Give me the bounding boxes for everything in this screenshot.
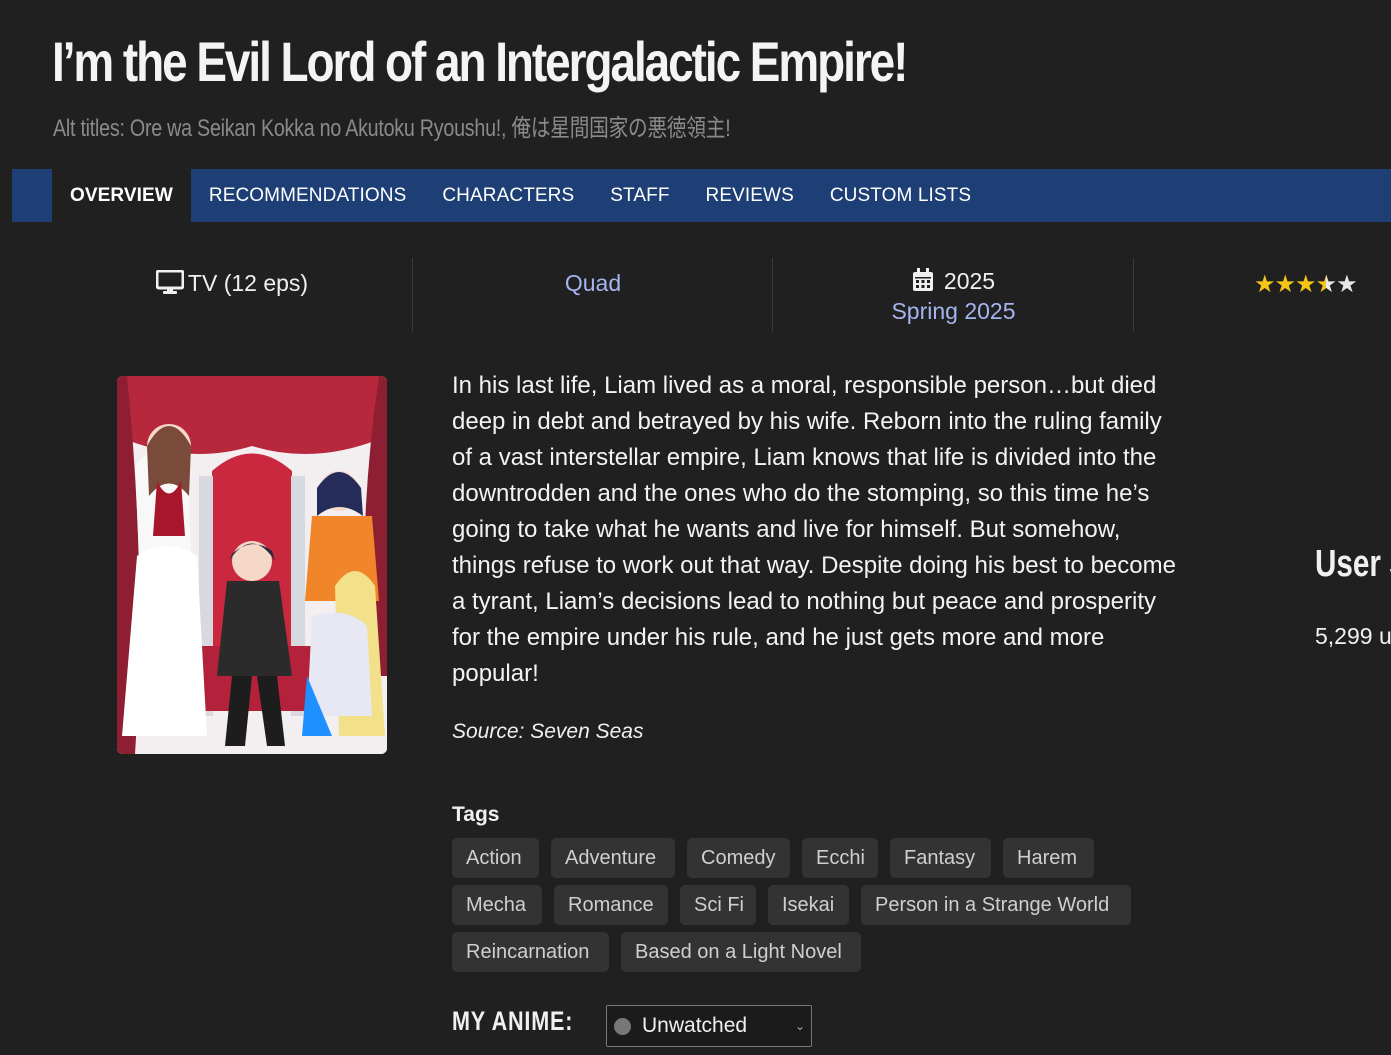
my-anime-label: MY ANIME: — [452, 1006, 574, 1036]
star-half-icon: ★ — [1315, 270, 1337, 298]
stat-type: TV (12 eps) — [52, 258, 412, 332]
status-dot-icon — [614, 1018, 631, 1035]
tags-heading: Tags — [452, 803, 500, 826]
monitor-icon — [155, 269, 185, 294]
tag-romance[interactable]: Romance — [554, 885, 668, 925]
tab-bar-spacer — [12, 169, 52, 222]
type-label: TV (12 eps) — [187, 270, 309, 296]
user-stats-heading: User S — [1315, 543, 1391, 585]
rating-stars: ★★★★★ — [1254, 270, 1358, 298]
tag-sci-fi[interactable]: Sci Fi — [680, 885, 756, 925]
tag-fantasy[interactable]: Fantasy — [890, 838, 991, 878]
cover-art — [117, 376, 387, 754]
tag-isekai[interactable]: Isekai — [768, 885, 849, 925]
star-empty-icon: ★ — [1336, 270, 1357, 298]
tab-recommendations[interactable]: RECOMMENDATIONS — [191, 169, 424, 222]
calendar-icon — [912, 268, 933, 291]
cover-image — [117, 376, 387, 754]
tab-bar: OVERVIEW RECOMMENDATIONS CHARACTERS STAF… — [12, 169, 1391, 222]
tag-action[interactable]: Action — [452, 838, 539, 878]
studio-link[interactable]: Quad — [565, 270, 621, 296]
synopsis: In his last life, Liam lived as a moral,… — [452, 372, 1176, 687]
tab-staff[interactable]: STAFF — [592, 169, 687, 222]
tag-mecha[interactable]: Mecha — [452, 885, 542, 925]
tab-reviews[interactable]: REVIEWS — [688, 169, 812, 222]
star-icon: ★ — [1274, 270, 1296, 298]
stat-season: 2025 Spring 2025 — [772, 258, 1134, 332]
star-icon: ★ — [1295, 270, 1316, 298]
tab-overview[interactable]: OVERVIEW — [52, 169, 191, 222]
page-title: I’m the Evil Lord of an Intergalactic Em… — [52, 30, 908, 93]
tag-harem[interactable]: Harem — [1003, 838, 1094, 878]
year-label: 2025 — [943, 268, 996, 294]
tag-reincarnation[interactable]: Reincarnation — [452, 932, 609, 972]
watch-status-value: Unwatched — [642, 1014, 748, 1037]
tab-characters[interactable]: CHARACTERS — [424, 169, 592, 222]
tag-person-in-a-strange-world[interactable]: Person in a Strange World — [861, 885, 1131, 925]
season-link[interactable]: Spring 2025 — [773, 296, 1134, 326]
source-credit: Source: Seven Seas — [452, 720, 644, 743]
tag-based-on-a-light-novel[interactable]: Based on a Light Novel — [621, 932, 861, 972]
tag-ecchi[interactable]: Ecchi — [802, 838, 878, 878]
tab-custom-lists[interactable]: CUSTOM LISTS — [812, 169, 989, 222]
user-stats-count: 5,299 u — [1315, 623, 1391, 649]
star-icon: ★ — [1254, 270, 1275, 298]
stat-studio: Quad — [412, 258, 773, 332]
tag-adventure[interactable]: Adventure — [551, 838, 675, 878]
chevron-down-icon: ⌄ — [794, 1019, 805, 1033]
watch-status-select[interactable]: Unwatched ⌄ — [606, 1005, 812, 1047]
alt-titles: Alt titles: Ore wa Seikan Kokka no Akuto… — [53, 115, 731, 142]
stats-bar: TV (12 eps) Quad 2025 Spring 2025 — [0, 258, 1391, 332]
tag-comedy[interactable]: Comedy — [687, 838, 790, 878]
